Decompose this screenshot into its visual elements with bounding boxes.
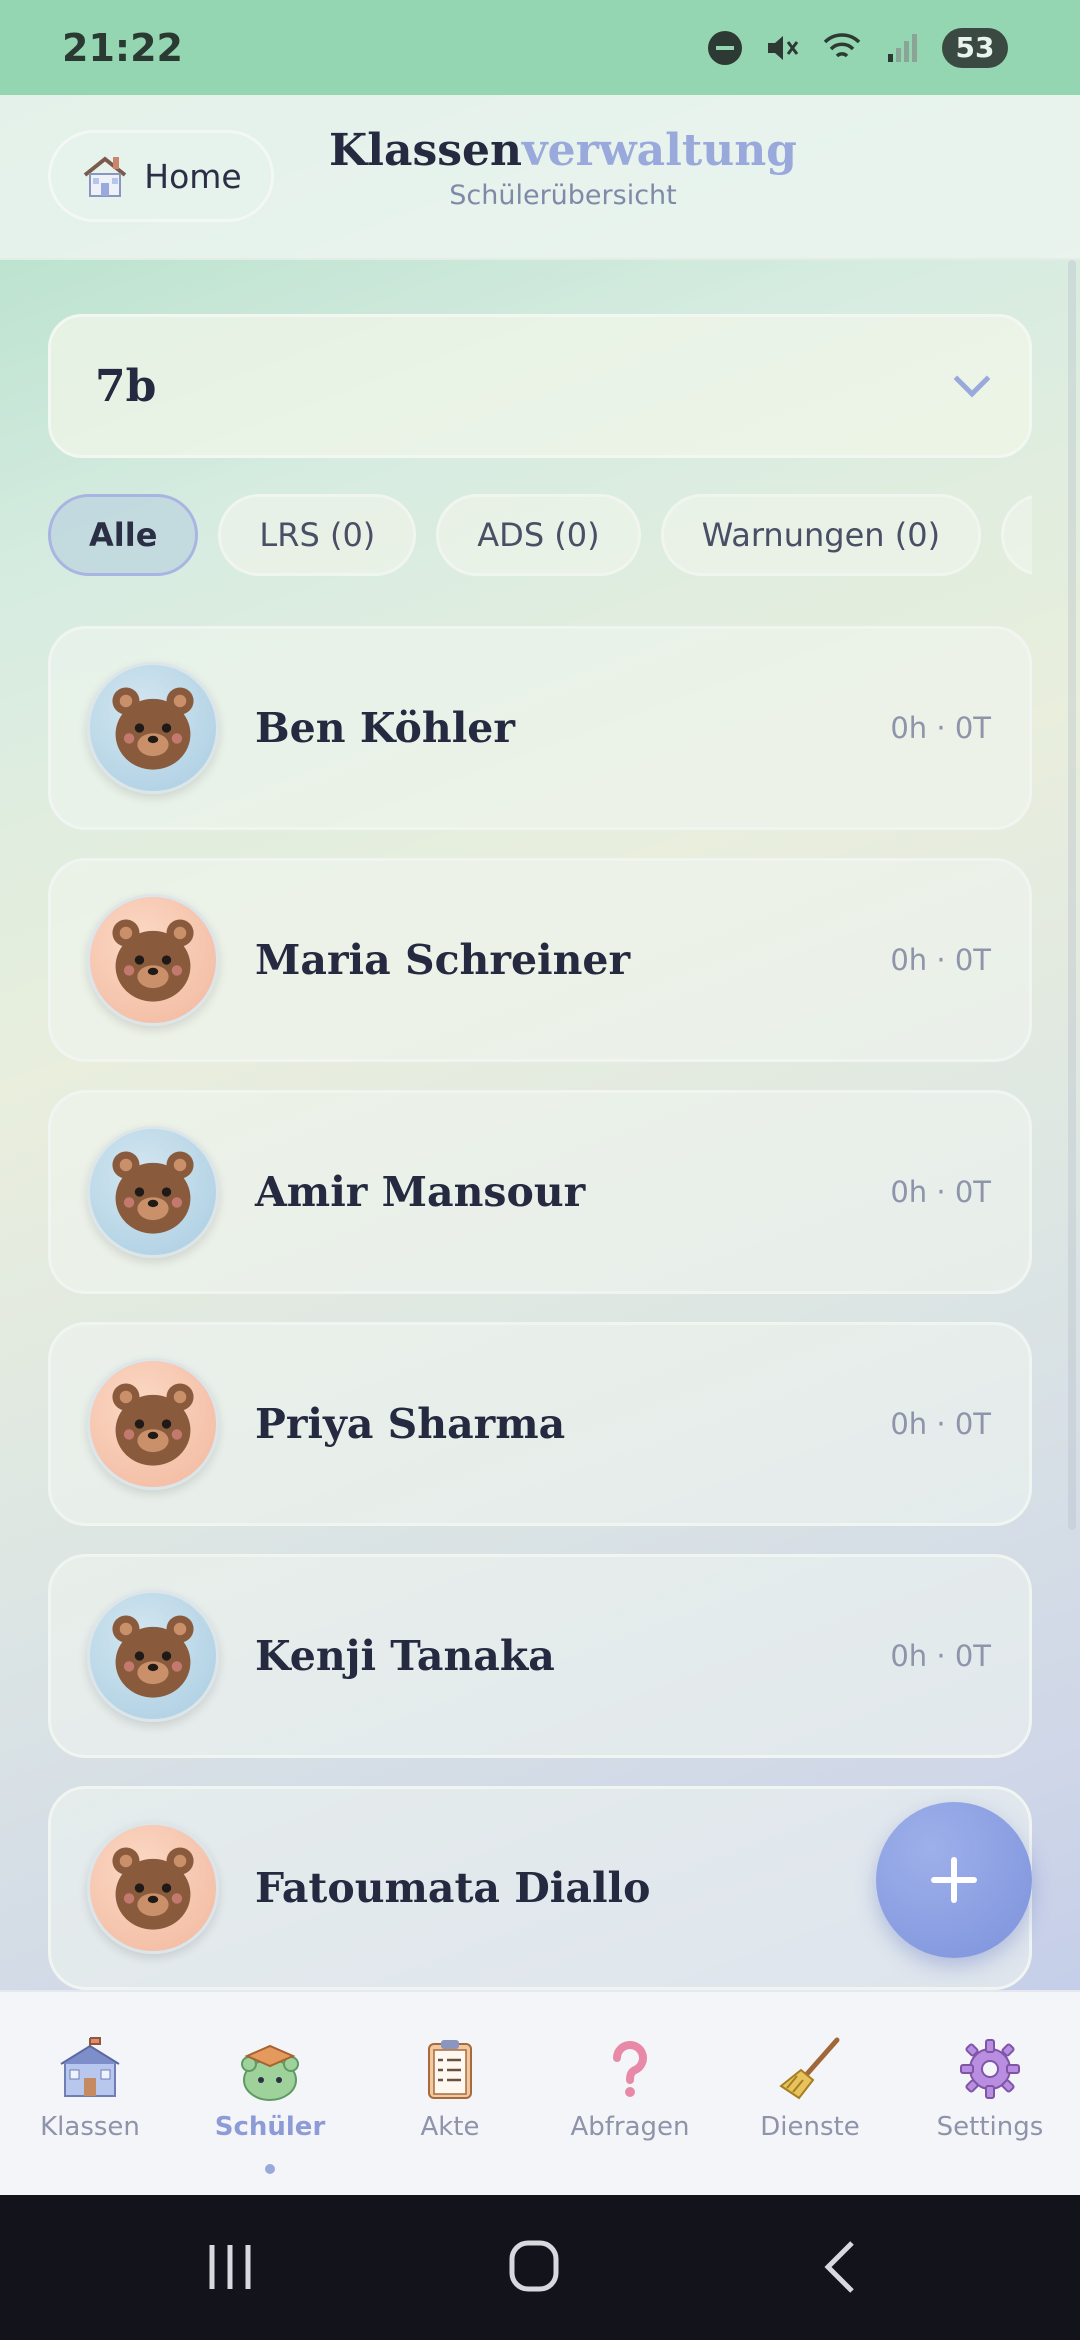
- student-card[interactable]: Maria Schreiner 0h · 0T: [48, 858, 1032, 1062]
- student-name: Priya Sharma: [255, 1400, 566, 1448]
- graduate-bear-icon: [241, 2044, 299, 2101]
- do-not-disturb-icon: [708, 30, 742, 65]
- clipboard-icon: [428, 2040, 472, 2099]
- chevron-down-icon: [953, 360, 991, 398]
- nav-item-abfragen[interactable]: Abfragen: [540, 1992, 720, 2195]
- home-button-label: Home: [144, 156, 242, 196]
- filter-chip-warnings[interactable]: Warnungen (0): [660, 494, 982, 576]
- signal-icon: [888, 33, 917, 62]
- student-card[interactable]: Amir Mansour 0h · 0T: [48, 1090, 1032, 1294]
- student-card[interactable]: Ben Köhler 0h · 0T: [48, 626, 1032, 830]
- filter-chips: Alle LRS (0) ADS (0) Warnungen (0) A: [48, 494, 1032, 578]
- title-main: Klassen: [329, 125, 523, 176]
- nav-label: Abfragen: [570, 2112, 690, 2142]
- nav-label: Akte: [420, 2112, 480, 2142]
- student-card[interactable]: Kenji Tanaka 0h · 0T: [48, 1554, 1032, 1758]
- plus-icon: [931, 1857, 977, 1903]
- recent-apps-icon[interactable]: [190, 2235, 270, 2299]
- nav-item-schueler[interactable]: Schüler: [180, 1992, 360, 2195]
- student-name: Maria Schreiner: [255, 936, 631, 984]
- house-icon: [84, 156, 127, 197]
- question-mark-icon: [613, 2041, 647, 2097]
- wifi-icon: [823, 32, 861, 57]
- home-circle-icon[interactable]: [494, 2235, 574, 2299]
- nav-item-dienste[interactable]: Dienste: [720, 1992, 900, 2195]
- student-hours: 0h · 0T: [890, 1175, 991, 1209]
- bear-magnifier-icon: [87, 1590, 219, 1722]
- nav-item-akte[interactable]: Akte: [360, 1992, 540, 2195]
- broom-icon: [779, 2037, 840, 2100]
- nav-label: Klassen: [40, 2112, 140, 2142]
- student-hours: 0h · 0T: [890, 711, 991, 745]
- home-button[interactable]: Home: [48, 130, 274, 222]
- student-name: Kenji Tanaka: [255, 1632, 555, 1680]
- nav-label: Schüler: [214, 2112, 326, 2142]
- bear-builder-icon: [87, 662, 219, 794]
- student-list: Ben Köhler 0h · 0T Maria Schreiner 0h · …: [48, 626, 1032, 1990]
- student-name: Ben Köhler: [255, 704, 515, 752]
- student-hours: 0h · 0T: [890, 943, 991, 977]
- filter-chip-ads[interactable]: ADS (0): [436, 494, 641, 576]
- school-house-icon: [60, 2037, 120, 2097]
- mute-icon: [768, 35, 799, 60]
- gear-icon: [960, 2039, 1020, 2099]
- bear-camera-icon: [87, 894, 219, 1026]
- bear-basketball-icon: [87, 1358, 219, 1490]
- system-nav-bar: [0, 2195, 1080, 2340]
- back-icon[interactable]: [800, 2235, 880, 2299]
- scrollbar[interactable]: [1068, 260, 1076, 1530]
- active-indicator: [265, 2164, 275, 2174]
- class-select[interactable]: 7b: [48, 314, 1032, 458]
- nav-label: Settings: [936, 2112, 1044, 2142]
- status-time: 21:22: [62, 25, 183, 70]
- page-title: Klassenverwaltung: [280, 125, 846, 176]
- nav-item-klassen[interactable]: Klassen: [0, 1992, 180, 2195]
- filter-chip-lrs[interactable]: LRS (0): [218, 494, 417, 576]
- bottom-nav: Klassen Schüler Akte Abfragen Dienste Se…: [0, 1990, 1080, 2195]
- battery-indicator: 53: [942, 27, 1008, 68]
- add-student-button[interactable]: [876, 1802, 1032, 1958]
- class-select-value: 7b: [95, 360, 157, 412]
- page-subtitle: Schülerübersicht: [449, 180, 677, 211]
- filter-chip-more[interactable]: A: [1001, 494, 1032, 576]
- status-icons: 53: [708, 27, 1008, 68]
- nav-label: Dienste: [760, 2112, 860, 2142]
- bear-chef-icon: [87, 1822, 219, 1954]
- student-card[interactable]: Priya Sharma 0h · 0T: [48, 1322, 1032, 1526]
- app-header: Home Klassenverwaltung Schülerübersicht: [0, 95, 1080, 260]
- student-hours: 0h · 0T: [890, 1639, 991, 1673]
- student-name: Amir Mansour: [255, 1168, 586, 1216]
- page-title-block: Klassenverwaltung Schülerübersicht: [280, 125, 846, 211]
- filter-chip-all[interactable]: Alle: [48, 494, 199, 576]
- status-bar: 21:22 53: [0, 0, 1080, 95]
- bear-chef-icon: [87, 1126, 219, 1258]
- student-hours: 0h · 0T: [890, 1407, 991, 1441]
- nav-item-settings[interactable]: Settings: [900, 1992, 1080, 2195]
- title-accent: verwaltung: [522, 125, 797, 176]
